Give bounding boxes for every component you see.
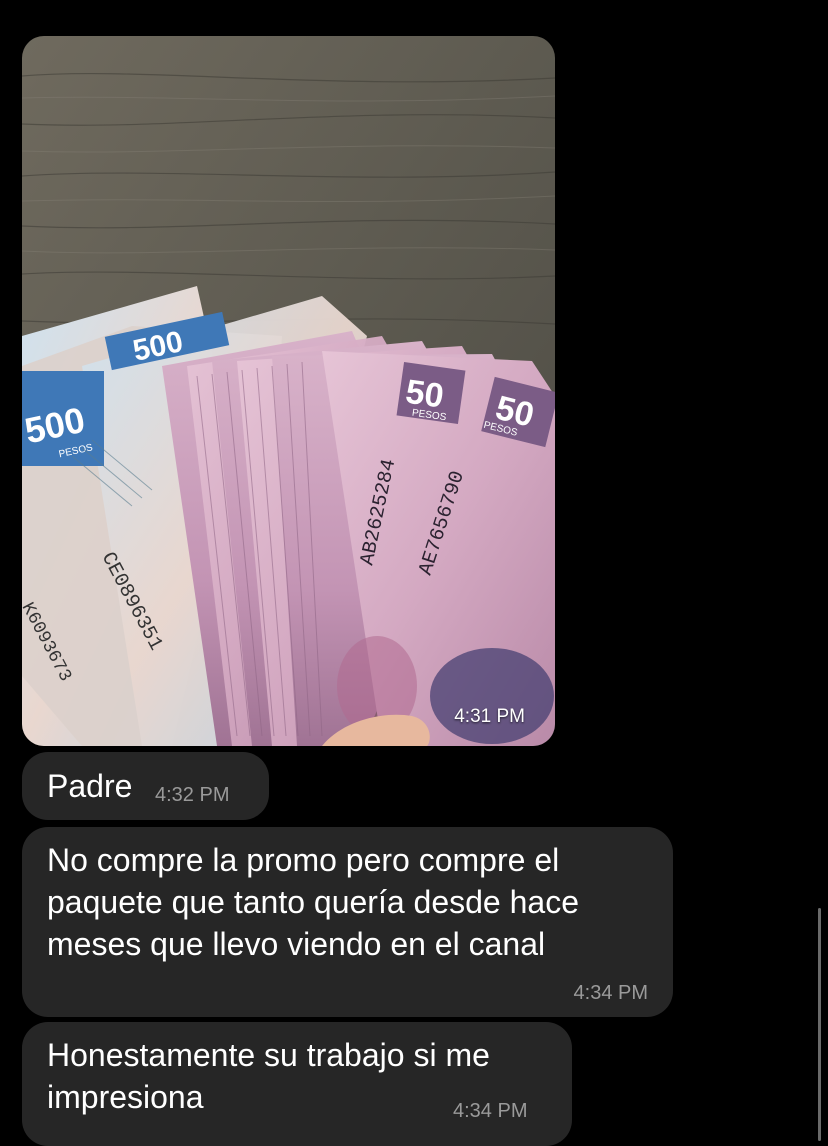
message-bubble[interactable]: Padre 4:32 PM: [22, 752, 269, 820]
message-bubble[interactable]: No compre la promo pero compre el paquet…: [22, 827, 673, 1017]
message-timestamp: 4:32 PM: [155, 784, 230, 806]
message-text: No compre la promo pero compre el paquet…: [47, 842, 579, 962]
message-timestamp: 4:34 PM: [453, 1100, 528, 1122]
banknotes-50: 50 PESOS 50 PESOS AB2625284 AE7656790: [162, 331, 555, 746]
photo-message[interactable]: 500 PESOS 500 CE0896351 K6093673 50 PESO…: [22, 36, 555, 746]
scrollbar[interactable]: [818, 908, 821, 1141]
message-bubble[interactable]: Honestamente su trabajo si me impresiona…: [22, 1022, 572, 1146]
money-photo: 500 PESOS 500 CE0896351 K6093673 50 PESO…: [22, 36, 555, 746]
message-timestamp: 4:34 PM: [573, 982, 648, 1004]
message-text: Padre: [47, 768, 133, 804]
photo-timestamp: 4:31 PM: [454, 706, 525, 727]
